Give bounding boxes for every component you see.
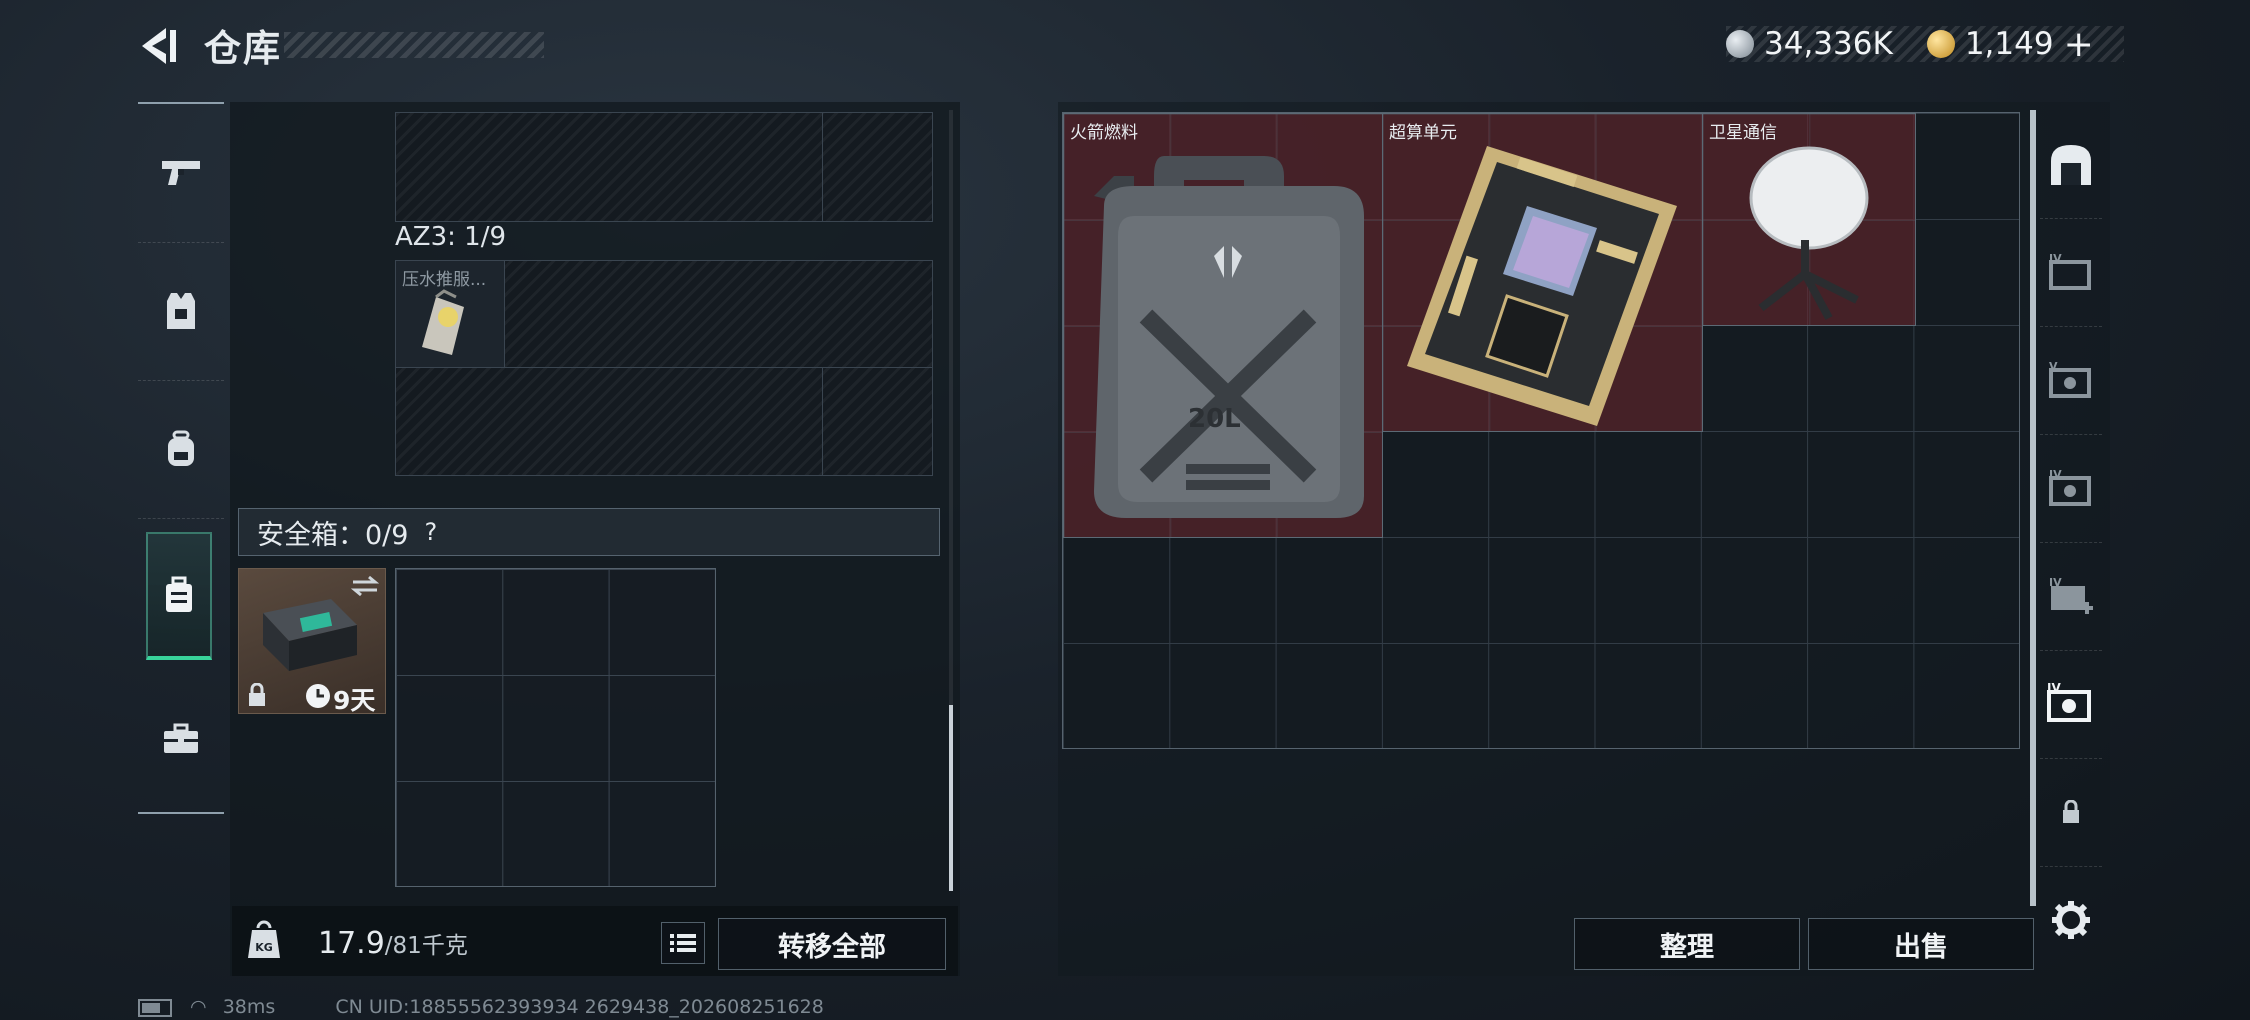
stash-box-icon: IV — [2049, 468, 2091, 506]
add-stash-icon: IV — [2049, 576, 2093, 614]
swap-icon[interactable] — [351, 575, 379, 597]
svg-text:IV: IV — [2049, 468, 2062, 481]
weight-icon: KG — [246, 920, 282, 960]
stash-box-icon: IV — [2047, 682, 2091, 722]
gold-amount: 1,149 — [1964, 26, 2054, 62]
satellite-dish-icon — [1749, 146, 1869, 320]
safebox-capacity-label: 安全箱：0/9 — [257, 519, 409, 551]
container-grid-top — [395, 112, 933, 222]
lock-icon — [249, 683, 265, 706]
warehouse-icon — [2051, 145, 2091, 185]
list-icon — [670, 934, 696, 952]
gear-icon — [2052, 901, 2090, 939]
vest-icon — [167, 293, 195, 329]
circuit-board-icon — [1407, 146, 1677, 426]
organize-button[interactable]: 整理 — [1574, 918, 1800, 970]
sidebar-item-weapon[interactable] — [138, 104, 224, 243]
clock-icon — [306, 684, 330, 708]
safebox-grid[interactable] — [395, 568, 716, 887]
right-sidebar-divider — [2030, 110, 2036, 906]
tab-settings[interactable] — [2040, 866, 2102, 974]
pistol-icon — [162, 161, 200, 185]
safebox-device-icon — [263, 599, 357, 671]
tab-locked[interactable] — [2040, 758, 2102, 867]
weight-current: 17.9 — [318, 926, 385, 961]
page-title: 仓库 — [204, 27, 282, 70]
jerrycan-icon — [1094, 156, 1364, 518]
list-view-button[interactable] — [661, 922, 705, 964]
spray-bottle-icon — [422, 289, 464, 355]
silver-coin-icon — [1726, 30, 1754, 58]
currency-bar: 34,336K 1,149 + — [1726, 24, 2124, 65]
ping-readout: 38ms — [222, 996, 276, 1018]
lock-icon — [2063, 800, 2079, 823]
svg-text:IV: IV — [2047, 682, 2061, 695]
tab-stash-add[interactable]: IV — [2040, 542, 2102, 651]
svg-text:KG: KG — [255, 941, 273, 954]
tab-stash-4[interactable]: IV — [2040, 434, 2102, 543]
az3-grid[interactable]: 压水推服... — [395, 260, 933, 476]
item-label-rocket-fuel: 火箭燃料 — [1070, 123, 1138, 143]
safebox-time-left: 9天 — [333, 686, 376, 715]
stash-item-supercompute-unit[interactable]: 超算单元 — [1382, 113, 1703, 432]
az3-item-label: 压水推服... — [402, 270, 487, 290]
back-arrow-icon[interactable] — [136, 22, 184, 70]
sidebar-item-armor[interactable] — [138, 242, 224, 381]
az3-capacity-label: AZ3: 1/9 — [395, 222, 507, 252]
sidebar-item-backpack[interactable] — [138, 380, 224, 519]
svg-text:IV: IV — [2049, 252, 2062, 265]
safebox-header: 安全箱：0/9 ? — [238, 508, 940, 556]
jerrycan-volume-badge: 20L — [1188, 404, 1241, 434]
safebox-item[interactable]: 9天 — [238, 568, 386, 715]
toolbox-icon — [164, 723, 198, 753]
tab-warehouse-home[interactable] — [2040, 110, 2102, 219]
equipment-sidebar — [138, 102, 224, 814]
case-icon — [166, 576, 192, 612]
silver-amount: 34,336K — [1764, 26, 1893, 62]
gold-coin-icon — [1926, 30, 1955, 58]
az3-item-slot[interactable]: 压水推服... — [396, 261, 505, 367]
sidebar-item-safebox[interactable] — [146, 532, 212, 660]
uid-readout: CN UID:18855562393934 2629438_2026082516… — [335, 996, 824, 1018]
help-icon[interactable]: ? — [424, 518, 437, 546]
stash-box-icon: IV — [2049, 252, 2091, 290]
tab-stash-5[interactable]: V — [2040, 326, 2102, 435]
sell-button[interactable]: 出售 — [1808, 918, 2034, 970]
scrollbar-thumb[interactable] — [949, 705, 953, 891]
status-footer: ◠ 38ms CN UID:18855562393934 2629438_202… — [138, 996, 824, 1018]
backpack-icon — [168, 430, 194, 466]
svg-text:IV: IV — [2049, 576, 2062, 589]
wifi-icon: ◠ — [190, 996, 207, 1018]
weight-readout: 17.9/81千克 — [318, 926, 468, 961]
battery-icon — [138, 998, 172, 1017]
stash-item-satellite-comms[interactable]: 卫星通信 — [1702, 113, 1916, 326]
transfer-all-button[interactable]: 转移全部 — [718, 918, 946, 970]
tab-stash-3[interactable]: IV — [2040, 218, 2102, 327]
svg-text:V: V — [2049, 360, 2058, 373]
add-currency-button[interactable]: + — [2064, 24, 2094, 65]
title-decoration — [284, 32, 544, 58]
tab-stash-selected[interactable]: IV — [2040, 650, 2102, 759]
sidebar-item-kit[interactable] — [138, 670, 224, 808]
weight-capacity: /81千克 — [384, 933, 468, 959]
stash-item-rocket-fuel[interactable]: 火箭燃料 20L — [1063, 113, 1383, 538]
stash-grid[interactable]: 火箭燃料 20L 超算单元 卫星通信 — [1062, 112, 2020, 749]
stash-box-icon: V — [2049, 360, 2091, 398]
